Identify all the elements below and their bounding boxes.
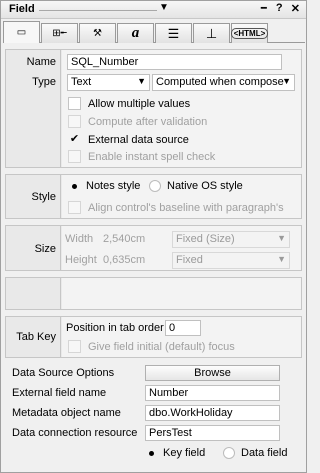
control-icon: ⊞╾ [52, 28, 67, 39]
height-label: Height [65, 254, 97, 266]
checkbox-box [68, 340, 81, 353]
style-section: Style Notes style Native OS style Align … [5, 174, 302, 219]
width-value[interactable]: 2,540cm [103, 233, 145, 245]
radio-selected-icon [68, 180, 80, 192]
size-label: Size [34, 243, 56, 255]
radio-selected-icon [145, 447, 157, 459]
font-icon: a [131, 25, 140, 41]
chevron-down-icon: ▼ [277, 233, 286, 243]
align-baseline-checkbox[interactable]: Align control's baseline with paragraph'… [68, 201, 284, 214]
browse-button[interactable]: Browse [145, 365, 280, 381]
data-field-radio[interactable]: Data field [223, 447, 287, 459]
width-mode-value: Fixed (Size) [176, 233, 235, 245]
connection-resource-label: Data connection resource [12, 427, 138, 439]
tab-font[interactable]: a [117, 23, 154, 43]
instant-spell-check-checkbox[interactable]: Enable instant spell check [68, 150, 215, 163]
field-properties-panel: Field ▼ ▪▪▪▪ ? ✕ ▭ ⊞╾ ⚒ a ☰ ⊥ <HTML> Nam… [0, 0, 307, 473]
chevron-down-icon[interactable]: ▼ [159, 2, 169, 13]
close-icon[interactable]: ✕ [291, 2, 300, 15]
tab-control[interactable]: ⊞╾ [41, 23, 78, 43]
compute-after-validation-checkbox[interactable]: Compute after validation [68, 115, 207, 128]
compute-select[interactable]: Computed when compose ▼ [152, 74, 295, 91]
checkbox-label: External data source [88, 133, 189, 146]
tab-paragraph[interactable]: ☰ [155, 23, 192, 43]
basics-icon: ▭ [16, 27, 27, 38]
radio-icon [149, 180, 161, 192]
notes-style-radio[interactable]: Notes style [68, 180, 140, 192]
notes-style-label: Notes style [86, 180, 141, 192]
checkbox-label: Allow multiple values [88, 97, 191, 110]
data-source-options-label: Data Source Options [12, 367, 115, 379]
data-field-label: Data field [241, 447, 288, 459]
grip-icon[interactable]: ▪▪▪▪ [259, 2, 268, 15]
tab-key-section: Tab Key Position in tab order 0 Give fie… [5, 316, 302, 358]
checkbox-box [68, 201, 81, 214]
type-label: Type [32, 76, 56, 88]
empty-section [5, 277, 302, 310]
title-separator [39, 10, 157, 11]
options-icon: ⚒ [93, 28, 102, 39]
allow-multiple-checkbox[interactable]: Allow multiple values [68, 97, 190, 110]
tab-hide-when[interactable]: ⊥ [193, 23, 230, 43]
size-section: Size Width 2,540cm Fixed (Size) ▼ Height … [5, 225, 302, 271]
metadata-object-label: Metadata object name [12, 407, 121, 419]
tab-strip: ▭ ⊞╾ ⚒ a ☰ ⊥ <HTML> [3, 21, 305, 43]
width-mode-select[interactable]: Fixed (Size) ▼ [172, 231, 290, 248]
checkbox-label: Enable instant spell check [88, 150, 216, 163]
metadata-object-input[interactable]: dbo.WorkHoliday [145, 405, 280, 421]
checkbox-box [68, 150, 81, 163]
checkbox-box [68, 115, 81, 128]
chevron-down-icon: ▼ [277, 254, 286, 264]
panel-title: Field [9, 3, 35, 15]
initial-focus-checkbox[interactable]: Give field initial (default) focus [68, 340, 235, 353]
data-source-section: Data Source Options Browse External fiel… [5, 363, 302, 471]
help-icon[interactable]: ? [275, 2, 284, 15]
titlebar[interactable]: Field ▼ ▪▪▪▪ ? ✕ [1, 1, 306, 19]
type-select[interactable]: Text ▼ [67, 74, 150, 91]
tab-order-input[interactable]: 0 [165, 320, 201, 336]
native-style-radio[interactable]: Native OS style [149, 180, 243, 192]
height-mode-value: Fixed [176, 254, 203, 266]
checkbox-label: Compute after validation [88, 115, 208, 128]
paragraph-icon: ☰ [167, 25, 180, 41]
external-data-source-checkbox[interactable]: ✔ External data source [68, 133, 189, 146]
key-field-radio[interactable]: Key field [145, 447, 205, 459]
connection-resource-input[interactable]: PersTest [145, 425, 280, 441]
compute-select-value: Computed when compose [156, 76, 284, 88]
html-icon: <HTML> [230, 28, 269, 39]
checkbox-label: Give field initial (default) focus [88, 340, 235, 353]
tab-options[interactable]: ⚒ [79, 23, 116, 43]
checkbox-label: Align control's baseline with paragraph'… [88, 201, 284, 214]
checkmark-icon: ✔ [69, 133, 80, 145]
height-value[interactable]: 0,635cm [103, 254, 145, 266]
name-label: Name [26, 56, 56, 68]
style-label: Style [31, 191, 56, 203]
native-style-label: Native OS style [167, 180, 243, 192]
basics-section: Name Type SQL_Number Text ▼ Computed when… [5, 49, 302, 168]
tab-order-label: Position in tab order [66, 322, 164, 334]
tab-key-label: Tab Key [16, 331, 56, 343]
external-field-input[interactable]: Number [145, 385, 280, 401]
width-label: Width [65, 233, 94, 245]
chevron-down-icon: ▼ [137, 76, 146, 86]
titlebar-icons: ▪▪▪▪ ? ✕ [259, 2, 300, 15]
type-select-value: Text [71, 76, 92, 88]
chevron-down-icon: ▼ [282, 76, 291, 86]
name-input[interactable]: SQL_Number [67, 54, 282, 70]
height-mode-select[interactable]: Fixed ▼ [172, 252, 290, 269]
hide-when-icon: ⊥ [205, 25, 218, 41]
tab-basics[interactable]: ▭ [3, 21, 40, 43]
radio-icon [223, 447, 235, 459]
checkbox-box [68, 97, 81, 110]
tab-html[interactable]: <HTML> [230, 23, 269, 43]
key-field-label: Key field [163, 447, 206, 459]
external-field-label: External field name [12, 387, 107, 399]
